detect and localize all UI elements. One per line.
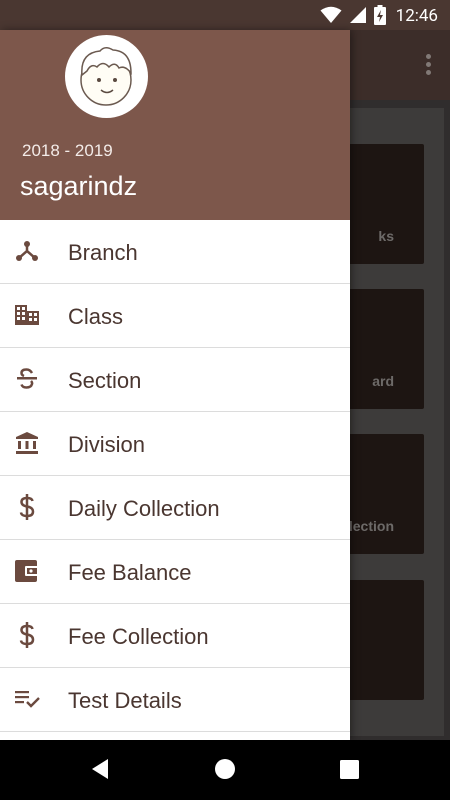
- wallet-icon: [14, 558, 40, 584]
- menu-item-division[interactable]: Division: [0, 412, 350, 476]
- bank-icon: [14, 430, 40, 456]
- menu-item-label: Class: [68, 304, 124, 329]
- menu-item-class[interactable]: Class: [0, 284, 350, 348]
- drawer-menu: Branch Class Section Division Daily Coll…: [0, 220, 350, 732]
- menu-item-label: Branch: [68, 240, 138, 265]
- menu-item-fee-collection[interactable]: Fee Collection: [0, 604, 350, 668]
- recents-icon[interactable]: [340, 760, 359, 784]
- menu-item-label: Section: [68, 368, 142, 393]
- system-nav-bar: [0, 740, 450, 800]
- navigation-drawer: 2018 - 2019 sagarindz Branch Class Secti…: [0, 30, 350, 740]
- menu-item-label: Division: [68, 432, 146, 457]
- home-icon[interactable]: [214, 758, 236, 785]
- battery-charging-icon: [374, 5, 386, 30]
- menu-item-fee-balance[interactable]: Fee Balance: [0, 540, 350, 604]
- avatar[interactable]: [65, 35, 148, 118]
- status-icons: [320, 5, 386, 30]
- playlist-check-icon: [14, 686, 40, 712]
- dollar-icon: [14, 494, 40, 520]
- menu-item-label: Daily Collection: [68, 496, 220, 521]
- signal-icon: [350, 7, 366, 28]
- menu-item-label: Fee Balance: [68, 560, 192, 585]
- menu-item-label: Fee Collection: [68, 624, 209, 649]
- branch-icon: [14, 238, 40, 264]
- wifi-icon: [320, 6, 342, 29]
- username: sagarindz: [20, 171, 138, 201]
- building-icon: [14, 302, 40, 328]
- academic-year: 2018 - 2019: [22, 141, 113, 160]
- menu-item-section[interactable]: Section: [0, 348, 350, 412]
- menu-item-daily-collection[interactable]: Daily Collection: [0, 476, 350, 540]
- menu-item-test-details[interactable]: Test Details: [0, 668, 350, 732]
- drawer-header: 2018 - 2019 sagarindz: [0, 30, 350, 220]
- dollar-icon: [14, 622, 40, 648]
- menu-item-branch[interactable]: Branch: [0, 220, 350, 284]
- strikethrough-icon: [14, 366, 40, 392]
- menu-item-label: Test Details: [68, 688, 182, 713]
- back-icon[interactable]: [90, 758, 110, 785]
- status-bar: 12:46: [0, 0, 450, 30]
- status-time: 12:46: [395, 6, 438, 26]
